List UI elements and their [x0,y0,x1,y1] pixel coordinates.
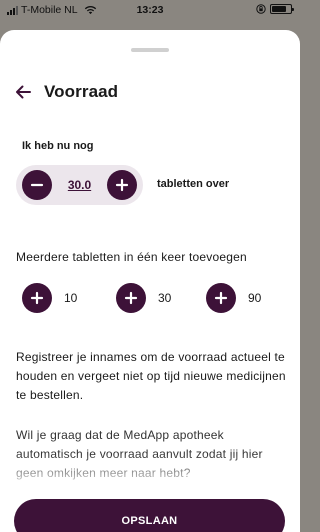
unit-label: tabletten over [157,178,230,190]
increase-button[interactable] [107,170,137,200]
page-title: Voorraad [44,82,119,101]
minus-icon [30,183,44,187]
multi-add-label: Meerdere tabletten in één keer toevoegen [16,250,247,264]
bottom-sheet: Voorraad Ik heb nu nog 30.0 tabletten ov… [0,30,300,532]
add-90-button[interactable]: 90 [206,283,261,313]
status-time: 13:23 [136,4,164,16]
plus-icon [115,178,129,192]
save-button[interactable]: OPSLAAN [14,499,285,532]
add-90-circle[interactable] [206,283,236,313]
plus-icon [124,291,138,305]
status-right [256,4,294,14]
stock-label: Ik heb nu nog [22,140,94,152]
add-10-label: 10 [64,291,78,305]
plus-icon [214,291,228,305]
battery-icon [270,4,294,14]
add-10-circle[interactable] [22,283,52,313]
sheet-grabber-handle[interactable] [131,48,169,52]
header: Voorraad [14,82,118,102]
add-90-label: 90 [248,291,262,305]
add-10-button[interactable]: 10 [22,283,77,313]
add-30-label: 30 [158,291,172,305]
add-30-button[interactable]: 30 [116,283,171,313]
arrow-left-icon[interactable] [14,83,32,101]
plus-icon [30,291,44,305]
stock-value-input[interactable]: 30.0 [58,178,101,192]
status-bar: T-Mobile NL 13:23 [0,0,300,20]
add-30-circle[interactable] [116,283,146,313]
info-text: Registreer je innames om de voorraad act… [16,350,286,402]
orientation-lock-icon [256,4,266,14]
decrease-button[interactable] [22,170,52,200]
quantity-stepper: 30.0 [16,165,143,205]
scroll-fade [0,454,300,490]
